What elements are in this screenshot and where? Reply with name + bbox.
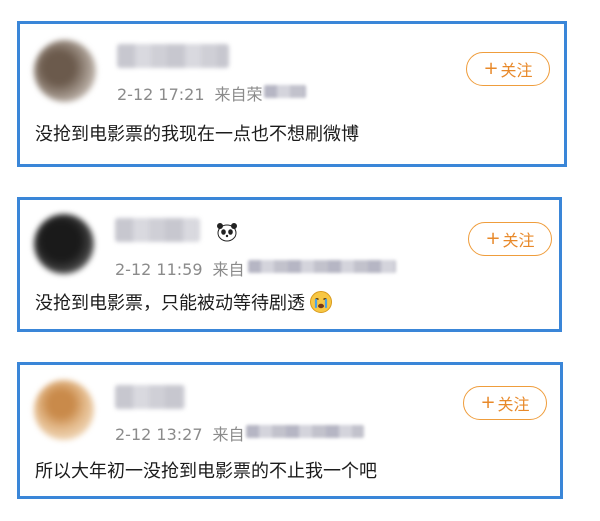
post-meta: 2-12 13:27 来自	[115, 421, 245, 445]
follow-button[interactable]: + 关注	[463, 386, 547, 420]
post-meta: 2-12 11:59 来自	[115, 256, 245, 280]
post-source-label: 来自荣	[214, 85, 263, 104]
post-time: 2-12 17:21	[117, 85, 205, 104]
post-source-label: 来自	[212, 425, 245, 444]
post-source-label: 来自	[212, 260, 245, 279]
post-source-blurred	[246, 425, 364, 438]
weibo-post-card[interactable]: 2-12 17:21 来自荣 + 关注 没抢到电影票的我现在一点也不想刷微博	[17, 21, 567, 167]
post-content: 没抢到电影票的我现在一点也不想刷微博	[35, 124, 359, 145]
username-blurred[interactable]	[117, 44, 229, 68]
username-blurred[interactable]	[115, 385, 185, 409]
post-time: 2-12 13:27	[115, 425, 203, 444]
post-time: 2-12 11:59	[115, 260, 203, 279]
follow-label: 关注	[500, 61, 533, 80]
post-content: 没抢到电影票，只能被动等待剧透	[35, 293, 305, 314]
follow-button[interactable]: + 关注	[466, 52, 550, 86]
panda-icon	[217, 223, 237, 242]
plus-icon: +	[483, 58, 499, 79]
post-content-row: 没抢到电影票，只能被动等待剧透	[35, 289, 333, 315]
weibo-post-card[interactable]: 2-12 11:59 来自 + 关注 没抢到电影票，只能被动等待剧透	[17, 197, 562, 332]
avatar[interactable]	[34, 214, 94, 274]
plus-icon: +	[485, 228, 501, 249]
post-source-blurred	[248, 260, 396, 273]
avatar[interactable]	[34, 380, 94, 440]
avatar[interactable]	[34, 40, 96, 102]
post-source-blurred	[264, 85, 306, 98]
follow-button[interactable]: + 关注	[468, 222, 552, 256]
post-content: 所以大年初一没抢到电影票的不止我一个吧	[35, 461, 377, 482]
follow-label: 关注	[502, 231, 535, 250]
follow-label: 关注	[497, 395, 530, 414]
post-meta: 2-12 17:21 来自荣	[117, 81, 263, 105]
weibo-post-card[interactable]: 2-12 13:27 来自 + 关注 所以大年初一没抢到电影票的不止我一个吧	[17, 362, 563, 499]
plus-icon: +	[480, 392, 496, 413]
crying-face-icon	[310, 291, 332, 313]
username-blurred[interactable]	[115, 218, 200, 242]
